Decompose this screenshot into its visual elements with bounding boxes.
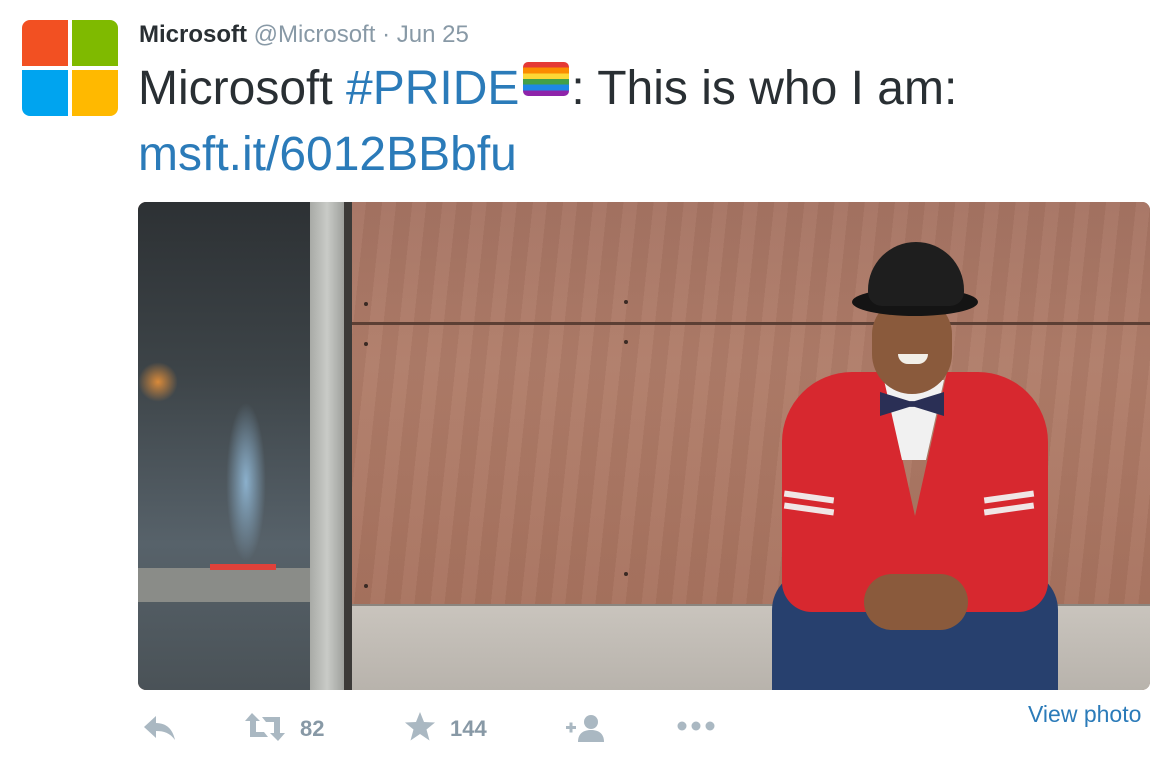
avatar[interactable] <box>22 20 118 116</box>
display-name[interactable]: Microsoft <box>139 21 247 48</box>
photo-screw <box>364 302 368 306</box>
add-user-icon[interactable] <box>566 713 608 749</box>
photo-screw <box>624 340 628 344</box>
more-icon[interactable] <box>676 710 716 746</box>
logo-square-yellow <box>72 70 118 116</box>
photo-shelf <box>138 568 310 602</box>
photo-screw <box>364 584 368 588</box>
photo-screw <box>364 342 368 346</box>
hashtag-link[interactable]: #PRIDE <box>346 62 519 115</box>
photo-pillar <box>310 202 344 690</box>
tweet-date[interactable]: Jun 25 <box>397 21 469 48</box>
user-handle[interactable]: @Microsoft <box>254 21 376 48</box>
tweet-text-suffix: : This is who I am: <box>571 62 958 115</box>
logo-square-green <box>72 20 118 66</box>
rainbow-flag-icon <box>523 62 570 96</box>
photo-red-object <box>210 564 276 570</box>
person-hat <box>868 242 964 306</box>
logo-square-blue <box>22 70 68 116</box>
tweet-text-prefix: Microsoft <box>138 62 347 115</box>
photo-background-left <box>138 202 310 690</box>
photo-screw <box>624 300 628 304</box>
photo-light-spot <box>138 362 178 402</box>
photo-person <box>768 240 1068 690</box>
separator: · <box>382 21 391 48</box>
photo-screw <box>624 572 628 576</box>
person-hands <box>864 574 968 630</box>
star-icon[interactable] <box>404 711 436 749</box>
photo-pillar-edge <box>344 202 352 690</box>
retweet-icon[interactable] <box>244 711 286 749</box>
tweet-text: Microsoft #PRIDE : This is who I am: msft.… <box>138 56 1148 188</box>
favorite-count: 144 <box>450 716 487 741</box>
view-photo-link[interactable]: View photo <box>1028 700 1141 728</box>
logo-square-red <box>22 20 68 66</box>
tweet-header: Microsoft @Microsoft · Jun 25 <box>139 20 469 50</box>
photo-blue-reflection <box>226 402 266 562</box>
tweet-photo[interactable] <box>138 202 1150 690</box>
url-link[interactable]: msft.it/6012BBbfu <box>138 128 517 181</box>
reply-icon[interactable] <box>142 713 178 749</box>
retweet-count: 82 <box>300 716 325 741</box>
